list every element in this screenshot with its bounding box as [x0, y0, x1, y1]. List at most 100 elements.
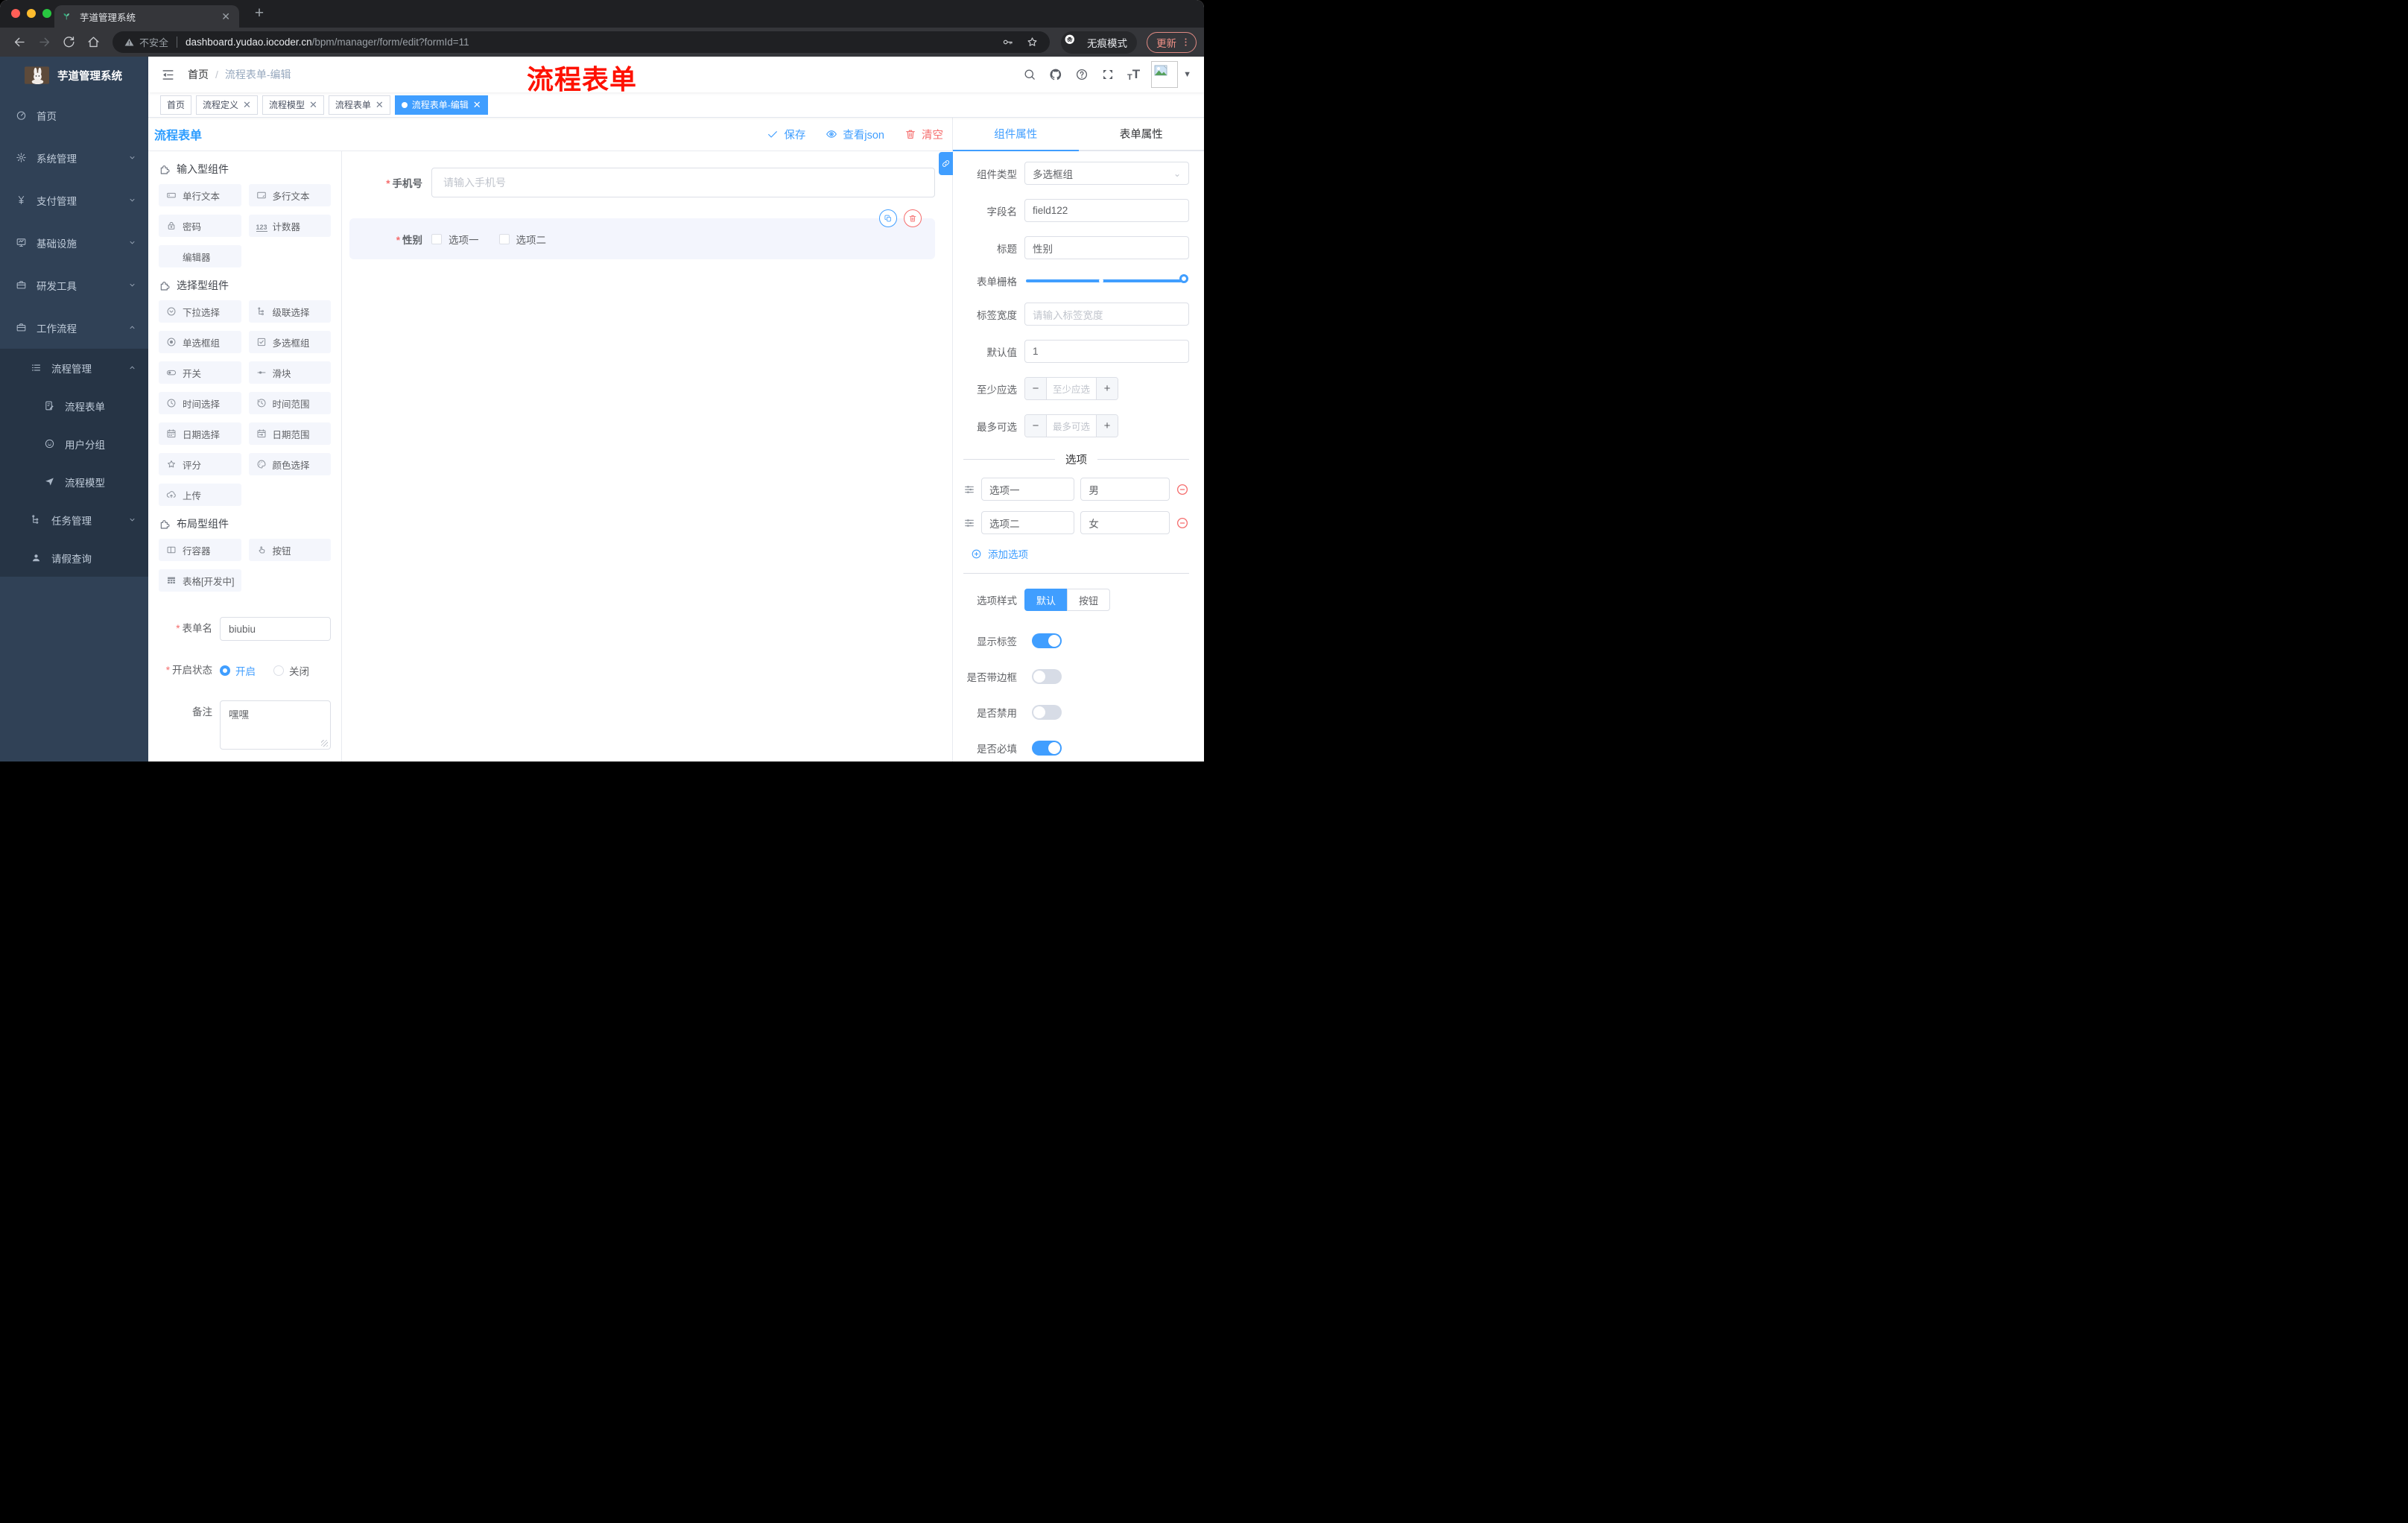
- stepper-value[interactable]: 至少应选: [1047, 378, 1096, 399]
- tag-close-icon[interactable]: ✕: [376, 99, 384, 111]
- checkbox-option-2[interactable]: 选项二: [498, 232, 546, 247]
- label-width-input[interactable]: 请输入标签宽度: [1024, 303, 1189, 326]
- palette-item[interactable]: 颜色选择: [248, 453, 331, 475]
- palette-item[interactable]: 按钮: [248, 539, 331, 561]
- form-remark-textarea[interactable]: 嘿嘿: [220, 700, 331, 750]
- sidebar-item-0[interactable]: 首页: [0, 94, 148, 136]
- sidebar-item-4[interactable]: 研发工具: [0, 264, 148, 306]
- stepper-decrease-button[interactable]: −: [1025, 378, 1047, 399]
- github-icon[interactable]: [1049, 68, 1062, 81]
- home-icon[interactable]: [86, 35, 101, 49]
- sidebar-item-10[interactable]: 任务管理: [0, 501, 148, 539]
- title-input[interactable]: 性别: [1024, 236, 1189, 259]
- form-canvas[interactable]: * 手机号 请输入手机号 * 性别 选项一 选项二: [342, 151, 952, 762]
- fullscreen-icon[interactable]: [1101, 68, 1115, 81]
- form-name-input[interactable]: biubiu: [220, 617, 331, 641]
- browser-update-button[interactable]: 更新: [1147, 31, 1197, 53]
- option-label-input[interactable]: 选项二: [981, 511, 1075, 534]
- palette-item[interactable]: 编辑器: [159, 245, 241, 267]
- palette-item[interactable]: 多选框组: [248, 331, 331, 353]
- tag-3[interactable]: 流程表单 ✕: [328, 95, 390, 115]
- option-label-input[interactable]: 选项一: [981, 478, 1075, 501]
- help-icon[interactable]: [1075, 68, 1089, 81]
- browser-menu-icon[interactable]: [1180, 37, 1191, 48]
- canvas-field-phone[interactable]: * 手机号 请输入手机号: [349, 168, 935, 197]
- option-value-input[interactable]: 女: [1080, 511, 1170, 534]
- tab-component-props[interactable]: 组件属性: [953, 118, 1079, 150]
- palette-item[interactable]: 上传: [159, 484, 241, 506]
- toggle-switch[interactable]: [1032, 741, 1062, 756]
- palette-item[interactable]: 日期选择: [159, 422, 241, 445]
- sidebar-item-3[interactable]: 基础设施: [0, 221, 148, 264]
- palette-item[interactable]: 行容器: [159, 539, 241, 561]
- stepper-increase-button[interactable]: +: [1096, 378, 1118, 399]
- palette-item[interactable]: 开关: [159, 361, 241, 384]
- toggle-switch[interactable]: [1032, 705, 1062, 720]
- style-default-button[interactable]: 默认: [1024, 589, 1068, 611]
- toggle-switch[interactable]: [1032, 633, 1062, 648]
- sidebar-item-6[interactable]: 流程管理: [0, 349, 148, 387]
- breadcrumb-home[interactable]: 首页: [188, 67, 209, 82]
- drag-handle-icon[interactable]: [963, 517, 975, 529]
- remove-option-icon[interactable]: [1176, 483, 1189, 496]
- palette-item[interactable]: 密码: [159, 215, 241, 237]
- default-value-input[interactable]: 1: [1024, 340, 1189, 363]
- palette-item[interactable]: 时间范围: [248, 392, 331, 414]
- palette-item[interactable]: 表格[开发中]: [159, 569, 241, 592]
- field-name-input[interactable]: field122: [1024, 199, 1189, 222]
- remove-option-icon[interactable]: [1176, 516, 1189, 530]
- palette-item[interactable]: 单行文本: [159, 184, 241, 206]
- tab-form-props[interactable]: 表单属性: [1079, 118, 1205, 150]
- add-option-button[interactable]: 添加选项: [971, 546, 1189, 561]
- palette-item[interactable]: 级联选择: [248, 300, 331, 323]
- tab-close-icon[interactable]: ✕: [220, 10, 232, 23]
- style-button-button[interactable]: 按钮: [1067, 589, 1111, 611]
- tag-1[interactable]: 流程定义 ✕: [196, 95, 258, 115]
- bookmark-star-icon[interactable]: [1026, 36, 1039, 48]
- not-secure-warning-icon[interactable]: [124, 37, 135, 48]
- reload-icon[interactable]: [62, 35, 76, 49]
- option-value-input[interactable]: 男: [1080, 478, 1170, 501]
- delete-field-button[interactable]: [904, 209, 922, 227]
- checkbox-option-1[interactable]: 选项一: [431, 232, 479, 247]
- sidebar-item-9[interactable]: 流程模型: [0, 463, 148, 501]
- tag-0[interactable]: 首页: [160, 95, 192, 115]
- sidebar-collapse-icon[interactable]: [161, 68, 175, 82]
- palette-item[interactable]: 123 计数器: [248, 215, 331, 237]
- palette-item[interactable]: 下拉选择: [159, 300, 241, 323]
- tag-close-icon[interactable]: ✕: [243, 99, 251, 111]
- data-binding-tab[interactable]: [939, 152, 953, 175]
- window-zoom-button[interactable]: [42, 9, 51, 18]
- sidebar-item-1[interactable]: 系统管理: [0, 136, 148, 179]
- toggle-switch[interactable]: [1032, 669, 1062, 684]
- font-size-icon[interactable]: TT: [1127, 67, 1140, 82]
- radio-open[interactable]: 开启: [220, 663, 256, 678]
- palette-item[interactable]: 时间选择: [159, 392, 241, 414]
- sidebar-item-5[interactable]: 工作流程: [0, 306, 148, 349]
- back-icon[interactable]: [13, 35, 27, 49]
- drag-handle-icon[interactable]: [963, 484, 975, 495]
- app-logo[interactable]: 芋道管理系统: [0, 57, 148, 94]
- address-bar[interactable]: 不安全 dashboard.yudao.iocoder.cn/bpm/manag…: [113, 31, 1050, 53]
- copy-field-button[interactable]: [879, 209, 897, 227]
- save-button[interactable]: 保存: [767, 127, 805, 142]
- sidebar-item-11[interactable]: 请假查询: [0, 539, 148, 577]
- forward-icon[interactable]: [37, 35, 51, 49]
- grid-slider[interactable]: [1026, 274, 1188, 283]
- tag-2[interactable]: 流程模型 ✕: [262, 95, 324, 115]
- tag-close-icon[interactable]: ✕: [473, 99, 481, 111]
- palette-item[interactable]: 评分: [159, 453, 241, 475]
- sidebar-item-7[interactable]: 流程表单: [0, 387, 148, 425]
- palette-item[interactable]: 日期范围: [248, 422, 331, 445]
- canvas-field-gender-selected[interactable]: * 性别 选项一 选项二: [349, 209, 935, 259]
- browser-tab[interactable]: 芋道管理系统 ✕: [54, 5, 239, 28]
- radio-closed[interactable]: 关闭: [273, 663, 309, 678]
- tag-4[interactable]: 流程表单-编辑 ✕: [394, 95, 488, 115]
- palette-item[interactable]: 滑块: [248, 361, 331, 384]
- stepper-decrease-button[interactable]: −: [1025, 415, 1047, 437]
- avatar[interactable]: [1151, 61, 1179, 88]
- palette-item[interactable]: 单选框组: [159, 331, 241, 353]
- window-close-button[interactable]: [11, 9, 20, 18]
- phone-input[interactable]: 请输入手机号: [431, 168, 935, 197]
- search-icon[interactable]: [1023, 68, 1036, 81]
